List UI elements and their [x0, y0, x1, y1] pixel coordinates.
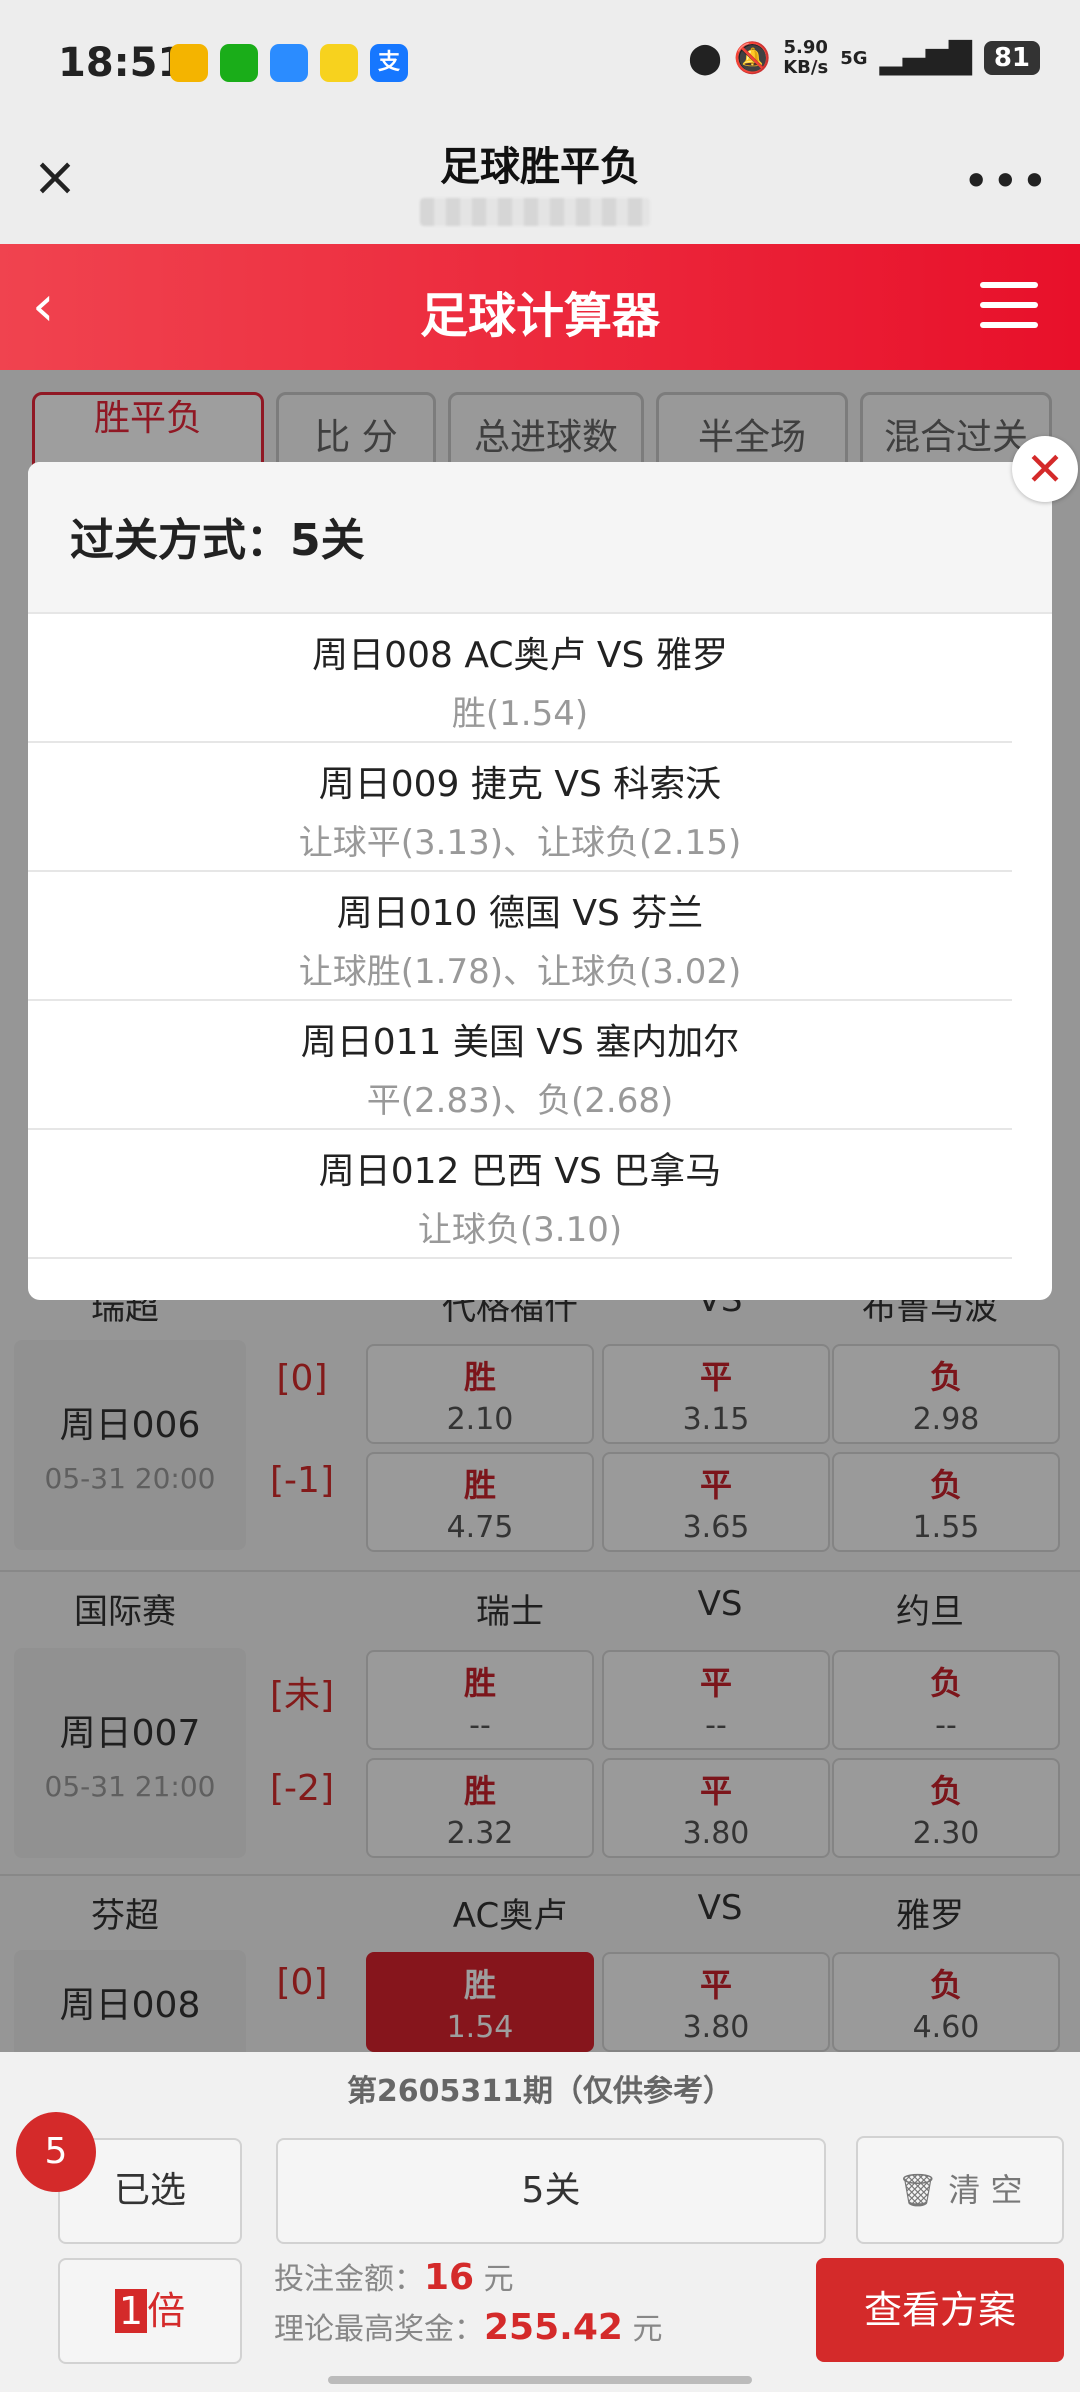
modal-header: 过关方式：5关: [28, 462, 1052, 614]
modal-title: 过关方式：5关: [70, 515, 365, 566]
list-item: 周日012 巴西 VS 巴拿马 让球负(3.10): [28, 1130, 1012, 1259]
header-title: 足球计算器: [419, 288, 660, 344]
cloud-app-icon: [270, 44, 308, 82]
trash-icon: 🗑: [897, 2171, 939, 2209]
modal-match-name: 周日009 捷克 VS 科索沃: [318, 764, 722, 805]
multiplier-unit: 倍: [147, 2289, 186, 2333]
modal-match-list: 周日008 AC奥卢 VS 雅罗 胜(1.54) 周日009 捷克 VS 科索沃…: [28, 614, 1052, 1259]
multiplier-button[interactable]: 1倍: [58, 2258, 242, 2364]
max-prize: 255.42: [484, 2307, 623, 2348]
period-label: 第2605311期（仅供参考）: [346, 2074, 734, 2109]
clear-button[interactable]: 🗑 清 空: [856, 2136, 1064, 2244]
bet-amount-row: 投注金额：16 元: [274, 2257, 514, 2298]
folder-app-icon: [170, 44, 208, 82]
modal-match-pick: 让球平(3.13)、让球负(2.15): [298, 823, 742, 863]
bet-amount: 16: [424, 2257, 475, 2298]
page-title: 足球胜平负: [440, 144, 640, 190]
modal-match-pick: 让球胜(1.78)、让球负(3.02): [298, 952, 742, 992]
view-plan-button[interactable]: 查看方案: [816, 2258, 1064, 2362]
modal-match-name: 周日012 巴西 VS 巴拿马: [318, 1151, 722, 1192]
modal-close-icon[interactable]: ✕: [1012, 436, 1078, 502]
selected-count-badge: 5: [16, 2112, 96, 2192]
menu-list-icon[interactable]: [980, 282, 1038, 330]
status-bar: 18:51 支 ⬤ 🔕 5.90 KB/s 5G ▂▄▆█ 81: [0, 0, 1080, 124]
home-indicator[interactable]: [328, 2376, 752, 2384]
max-prize-row: 理论最高奖金：255.42 元: [274, 2307, 663, 2348]
alipay-icon: 支: [370, 44, 408, 82]
list-item: 周日008 AC奥卢 VS 雅罗 胜(1.54): [28, 614, 1012, 743]
status-time: 18:51: [58, 40, 186, 86]
list-item: 周日010 德国 VS 芬兰 让球胜(1.78)、让球负(3.02): [28, 872, 1012, 1001]
app-header: ‹ 足球计算器: [0, 244, 1080, 370]
modal-match-pick: 胜(1.54): [451, 694, 589, 734]
system-indicators: ⬤ 🔕 5.90 KB/s 5G ▂▄▆█ 81: [688, 38, 1040, 78]
modal-match-name: 周日008 AC奥卢 VS 雅罗: [312, 635, 728, 676]
parlay-detail-modal: 过关方式：5关 周日008 AC奥卢 VS 雅罗 胜(1.54) 周日009 捷…: [28, 462, 1052, 1300]
location-icon: ⬤: [688, 40, 722, 76]
battery-level: 81: [983, 41, 1040, 75]
modal-match-pick: 平(2.83)、负(2.68): [366, 1081, 674, 1121]
amounts-block: 投注金额：16 元 理论最高奖金：255.42 元: [274, 2254, 662, 2354]
signal-icon: ▂▄▆█: [879, 40, 972, 76]
more-icon[interactable]: •••: [963, 154, 1050, 208]
net-speed: 5.90 KB/s: [783, 37, 829, 78]
modal-match-name: 周日011 美国 VS 塞内加尔: [300, 1022, 740, 1063]
network-type: 5G: [840, 47, 868, 69]
list-item: 周日011 美国 VS 塞内加尔 平(2.83)、负(2.68): [28, 1001, 1012, 1130]
multiplier-value: 1: [114, 2289, 148, 2333]
modal-match-pick: 让球负(3.10): [417, 1210, 623, 1250]
wechat-icon: [220, 44, 258, 82]
clear-label: 清 空: [948, 2171, 1023, 2209]
mute-bell-icon: 🔕: [733, 40, 772, 76]
modal-match-name: 周日010 德国 VS 芬兰: [336, 893, 704, 934]
list-item: 周日009 捷克 VS 科索沃 让球平(3.13)、让球负(2.15): [28, 743, 1012, 872]
pass-mode-button[interactable]: 5关: [276, 2138, 826, 2244]
camera-app-icon: [320, 44, 358, 82]
blurred-subtitle: [420, 198, 650, 226]
browser-title-bar: × 足球胜平负 •••: [0, 124, 1080, 244]
notification-icons: 支: [170, 44, 408, 82]
